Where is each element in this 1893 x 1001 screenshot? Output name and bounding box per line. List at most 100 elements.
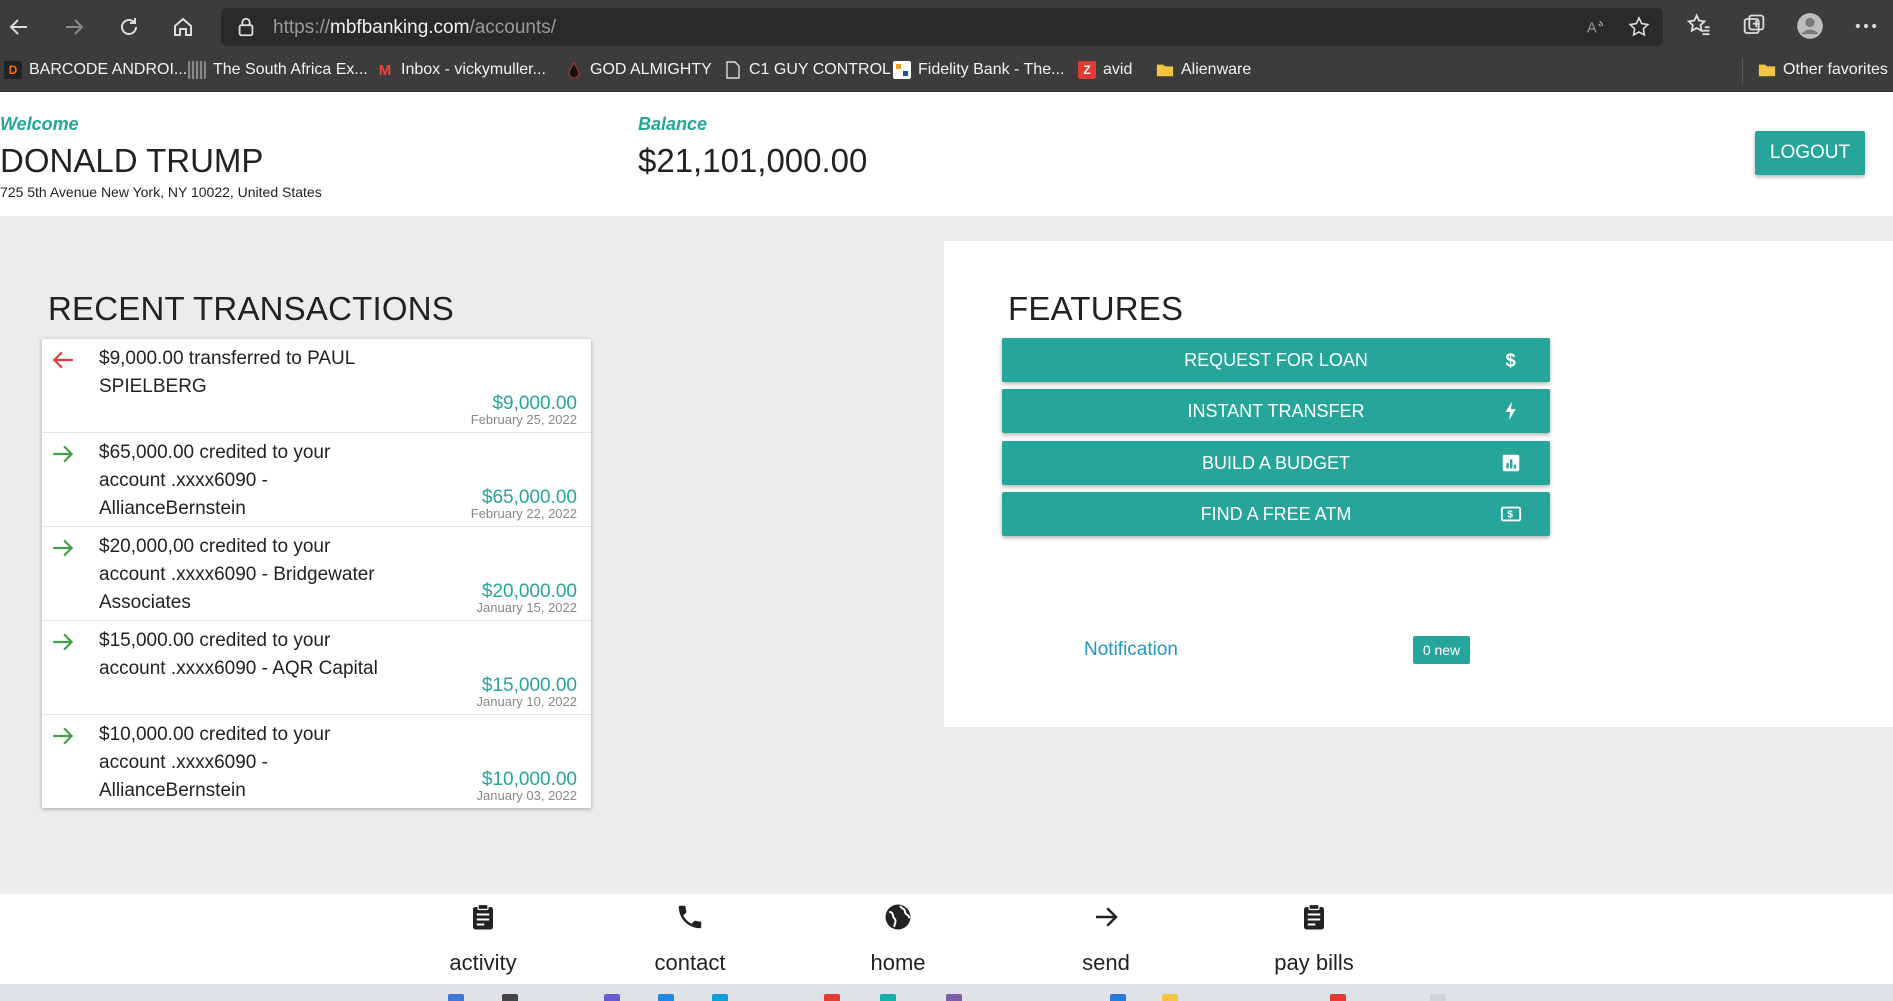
bookmark-label: The South Africa Ex...: [213, 61, 368, 78]
find-atm-button[interactable]: FIND A FREE ATM $: [1002, 492, 1550, 536]
barcode-favicon-icon: D: [4, 61, 22, 79]
nav-home[interactable]: home: [828, 902, 968, 976]
read-aloud-icon[interactable]: A: [1585, 16, 1607, 38]
nav-label: send: [1082, 950, 1130, 975]
svg-text:$: $: [1507, 510, 1513, 521]
bookmark-item[interactable]: M Inbox - vickymuller...: [376, 61, 546, 79]
transaction-item[interactable]: $20,000,00 credited to your account .xxx…: [42, 527, 591, 621]
lock-icon: [238, 17, 254, 37]
dollar-icon: $: [1506, 349, 1516, 370]
feature-label: FIND A FREE ATM: [1200, 503, 1352, 524]
taskbar-app-icon[interactable]: [880, 994, 896, 1001]
fidelity-favicon-icon: [893, 61, 911, 79]
add-favorite-icon[interactable]: [1627, 15, 1651, 39]
back-arrow-icon: [9, 19, 27, 35]
feature-label: INSTANT TRANSFER: [1187, 400, 1365, 421]
folder-icon: [1758, 61, 1776, 79]
back-button[interactable]: [2, 10, 36, 44]
url-text: https://mbfbanking.com/accounts/: [273, 17, 557, 38]
forward-button[interactable]: [57, 10, 91, 44]
refresh-button[interactable]: [112, 10, 146, 44]
nav-send[interactable]: send: [1036, 902, 1176, 976]
collections-icon[interactable]: [1740, 12, 1768, 40]
refresh-icon: [121, 18, 137, 35]
taskbar-app-icon[interactable]: [946, 994, 962, 1001]
os-taskbar: [0, 984, 1893, 1001]
logout-button[interactable]: LOGOUT: [1755, 131, 1865, 175]
bookmark-label: Inbox - vickymuller...: [401, 61, 546, 78]
gmail-icon: M: [378, 61, 392, 79]
other-favorites-folder[interactable]: Other favorites: [1758, 61, 1888, 79]
transaction-description: $15,000.00 credited to your account .xxx…: [99, 630, 378, 679]
transaction-item[interactable]: $9,000.00 transferred to PAUL SPIELBERG …: [42, 339, 591, 433]
bookmarks-divider: [1742, 58, 1743, 84]
drop-favicon-icon: [565, 61, 583, 79]
globe-icon: [885, 904, 911, 930]
request-loan-button[interactable]: REQUEST FOR LOAN $: [1002, 338, 1550, 382]
address-bar[interactable]: https://mbfbanking.com/accounts/ A: [221, 8, 1663, 46]
notification-link[interactable]: Notification: [1084, 639, 1178, 661]
svg-text:A: A: [1587, 21, 1597, 37]
z-favicon-icon: Z: [1078, 61, 1096, 79]
favorites-icon[interactable]: [1685, 12, 1713, 40]
home-browser-button[interactable]: [166, 10, 200, 44]
nav-activity[interactable]: activity: [413, 902, 553, 976]
taskbar-app-icon[interactable]: [1430, 994, 1446, 1001]
transaction-item[interactable]: $65,000.00 credited to your account .xxx…: [42, 433, 591, 527]
incoming-arrow-icon: [53, 539, 74, 557]
transaction-date: February 22, 2022: [470, 506, 577, 521]
taskbar-app-icon[interactable]: [712, 994, 728, 1001]
user-address: 725 5th Avenue New York, NY 10022, Unite…: [0, 184, 322, 200]
bookmark-label: Alienware: [1181, 61, 1252, 78]
user-name: DONALD TRUMP: [0, 142, 264, 179]
build-budget-button[interactable]: BUILD A BUDGET: [1002, 441, 1550, 485]
more-menu-icon[interactable]: [1852, 12, 1880, 40]
transaction-description: $9,000.00 transferred to PAUL SPIELBERG: [99, 348, 355, 397]
home-icon: [174, 17, 192, 36]
profile-avatar-icon[interactable]: [1796, 12, 1824, 40]
page-icon: [724, 61, 742, 79]
transactions-list: $9,000.00 transferred to PAUL SPIELBERG …: [42, 339, 591, 808]
bookmark-label: C1 GUY CONTROL: [749, 61, 891, 78]
incoming-arrow-icon: [53, 633, 74, 651]
bookmark-item[interactable]: Fidelity Bank - The...: [893, 61, 1064, 79]
nav-contact[interactable]: contact: [620, 902, 760, 976]
taskbar-app-icon[interactable]: [1110, 994, 1126, 1001]
taskbar-app-icon[interactable]: [604, 994, 620, 1001]
bookmark-item[interactable]: Z avid: [1078, 61, 1132, 79]
taskbar-app-icon[interactable]: [1162, 994, 1178, 1001]
svg-text:$: $: [1506, 349, 1516, 370]
nav-pay-bills[interactable]: pay bills: [1244, 902, 1384, 976]
features-title: FEATURES: [1008, 290, 1184, 327]
bookmark-label: GOD ALMIGHTY: [590, 61, 712, 78]
welcome-label: Welcome: [0, 114, 79, 134]
transaction-description: $65,000.00 credited to your account .xxx…: [99, 442, 331, 519]
bookmark-item[interactable]: C1 GUY CONTROL: [724, 61, 891, 79]
balance-label: Balance: [638, 114, 708, 134]
bookmark-item[interactable]: The South Africa Ex...: [188, 61, 368, 79]
transaction-item[interactable]: $10,000.00 credited to your account .xxx…: [42, 715, 591, 808]
transaction-date: January 15, 2022: [476, 600, 577, 615]
taskbar-app-icon[interactable]: [1330, 994, 1346, 1001]
arrow-right-icon: [1096, 907, 1118, 927]
other-favorites-label: Other favorites: [1783, 61, 1888, 78]
transaction-date: February 25, 2022: [470, 412, 577, 427]
nav-label: contact: [654, 950, 726, 975]
bookmarks-bar: D BARCODE ANDROI... The South Africa Ex.…: [0, 53, 1893, 92]
bookmark-item[interactable]: GOD ALMIGHTY: [565, 61, 712, 79]
nav-label: activity: [449, 950, 517, 975]
nav-label: home: [870, 950, 926, 975]
taskbar-app-icon[interactable]: [448, 994, 464, 1001]
bookmark-folder[interactable]: Alienware: [1156, 61, 1251, 79]
outgoing-arrow-icon: [52, 351, 73, 369]
bookmark-item[interactable]: D BARCODE ANDROI...: [4, 61, 187, 79]
incoming-arrow-icon: [53, 445, 74, 463]
taskbar-app-icon[interactable]: [502, 994, 518, 1001]
cash-icon: $: [1500, 506, 1522, 522]
bookmark-label: BARCODE ANDROI...: [29, 61, 188, 78]
instant-transfer-button[interactable]: INSTANT TRANSFER: [1002, 389, 1550, 433]
transaction-date: January 10, 2022: [476, 694, 577, 709]
transaction-item[interactable]: $15,000.00 credited to your account .xxx…: [42, 621, 591, 715]
taskbar-app-icon[interactable]: [824, 994, 840, 1001]
taskbar-app-icon[interactable]: [658, 994, 674, 1001]
